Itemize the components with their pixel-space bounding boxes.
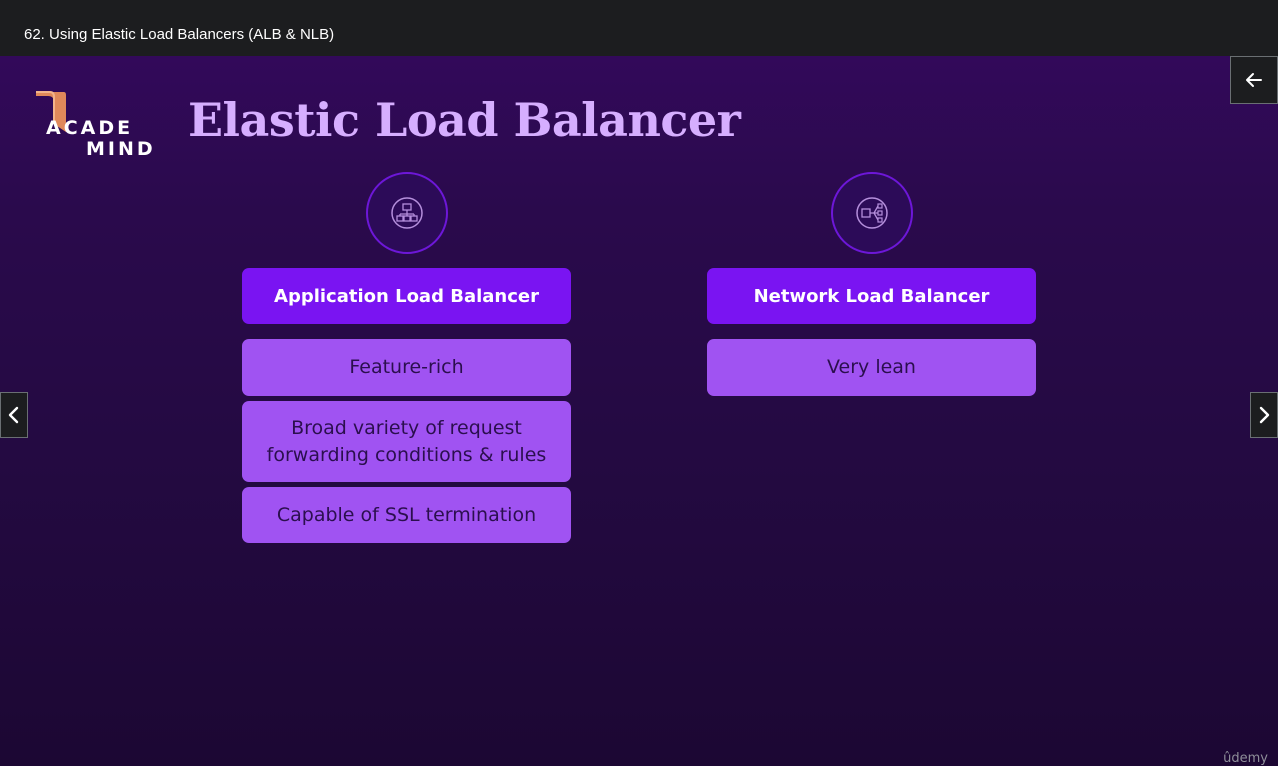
nlb-feature-item: Very lean	[707, 339, 1036, 396]
alb-feature-item: Capable of SSL termination	[242, 487, 571, 543]
udemy-watermark: ûdemy	[1223, 751, 1268, 766]
next-lecture-button[interactable]	[1250, 392, 1278, 438]
previous-lecture-button[interactable]	[0, 392, 28, 438]
academind-logo: ACADE MIND	[28, 86, 158, 161]
application-load-balancer-icon	[366, 172, 448, 254]
chevron-left-icon	[8, 406, 19, 424]
lecture-title: 62. Using Elastic Load Balancers (ALB & …	[24, 26, 335, 43]
logo-text-line1: ACADE	[46, 117, 134, 139]
chevron-right-icon	[1259, 406, 1270, 424]
video-header-bar: 62. Using Elastic Load Balancers (ALB & …	[0, 0, 1278, 56]
alb-heading: Application Load Balancer	[242, 268, 571, 324]
alb-feature-item: Feature-rich	[242, 339, 571, 396]
nlb-heading: Network Load Balancer	[707, 268, 1036, 324]
network-load-balancer-icon	[831, 172, 913, 254]
logo-text-line2: MIND	[86, 138, 156, 160]
collapse-sidebar-button[interactable]	[1230, 56, 1278, 104]
slide-content: ACADE MIND Elastic Load Balancer Applica…	[0, 56, 1278, 766]
arrow-left-icon	[1246, 73, 1262, 87]
alb-feature-item: Broad variety of request forwarding cond…	[242, 401, 571, 482]
slide-title: Elastic Load Balancer	[188, 93, 741, 147]
